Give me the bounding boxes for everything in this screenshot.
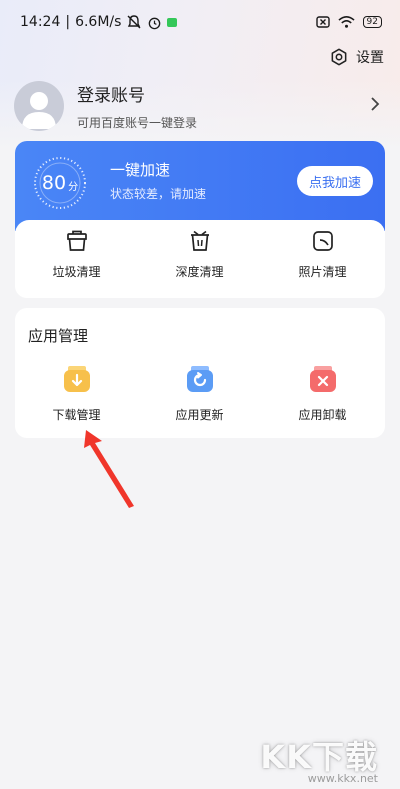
login-title: 登录账号: [77, 86, 145, 106]
score-unit: 分: [68, 181, 79, 193]
app-management-card: 应用管理 下载管理 应用更新 应用卸载: [15, 308, 385, 438]
score-display: 80 分: [32, 155, 88, 211]
battery-icon: 92: [362, 16, 382, 28]
chevron-right-icon: [371, 97, 380, 111]
boost-title: 一键加速: [110, 161, 171, 179]
status-left: 14:24 | 6.6M/s: [20, 14, 178, 30]
annotation-arrow: [84, 430, 134, 508]
tool-deep-clean[interactable]: 深度清理: [138, 229, 261, 280]
tool-photo-clean[interactable]: 照片清理: [261, 229, 384, 280]
status-speed: 6.6M/s: [75, 14, 122, 30]
tool-label: 垃圾清理: [52, 265, 101, 279]
tool-label: 深度清理: [175, 265, 224, 279]
status-separator: |: [65, 14, 71, 30]
login-subtitle: 可用百度账号一键登录: [77, 116, 198, 130]
app-management-tools: 下载管理 应用更新 应用卸载: [15, 364, 385, 423]
tool-junk-clean[interactable]: 垃圾清理: [15, 229, 138, 280]
settings-label: 设置: [356, 50, 384, 66]
boost-card: 80 分 一键加速 状态较差，请加速 点我加速 垃圾清理 深度清理 照片清理: [15, 141, 385, 298]
avatar[interactable]: [14, 81, 64, 131]
app-uninstall-icon: [309, 366, 336, 392]
mute-icon: [127, 15, 141, 29]
status-bar: 14:24 | 6.6M/s 92: [0, 0, 400, 44]
no-sim-icon: [315, 16, 330, 28]
download-manager-icon: [63, 366, 90, 392]
trash-bin-icon: [66, 230, 87, 251]
profile-text: 登录账号 可用百度账号一键登录: [77, 81, 386, 131]
app-management-title: 应用管理: [28, 327, 89, 345]
app-uninstall-button[interactable]: 应用卸载: [261, 364, 384, 423]
app-label: 下载管理: [52, 408, 101, 422]
boost-status: 状态较差，请加速: [110, 187, 207, 201]
gear-icon: [331, 48, 347, 66]
watermark-url: www.kkx.net: [307, 772, 378, 785]
deep-clean-icon: [190, 230, 209, 251]
app-notification-icon: [167, 17, 178, 27]
photo-icon: [312, 231, 333, 251]
app-label: 应用更新: [175, 408, 224, 422]
default-avatar-icon: [22, 92, 56, 129]
boost-button[interactable]: 点我加速: [296, 166, 373, 196]
login-account-row[interactable]: 登录账号 可用百度账号一键登录: [14, 78, 386, 134]
app-update-button[interactable]: 应用更新: [138, 364, 261, 423]
app-label: 应用卸载: [298, 408, 347, 422]
alarm-icon: [149, 17, 161, 29]
score-value: 80: [41, 172, 67, 194]
settings-button[interactable]: 设置: [330, 47, 384, 67]
wifi-icon: [337, 16, 355, 28]
download-manager-button[interactable]: 下载管理: [15, 364, 138, 423]
cleanup-tools: 垃圾清理 深度清理 照片清理: [15, 229, 385, 280]
status-right: 92: [315, 15, 382, 29]
tool-label: 照片清理: [298, 265, 347, 279]
app-update-icon: [186, 366, 213, 392]
status-time: 14:24: [20, 14, 61, 30]
